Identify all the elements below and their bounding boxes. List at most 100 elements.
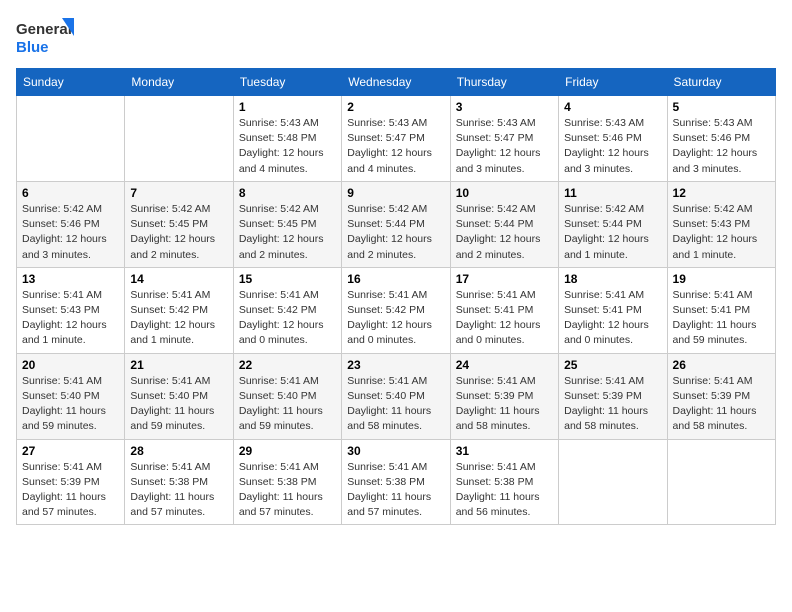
day-number: 31 xyxy=(456,444,553,458)
day-info: Sunrise: 5:41 AM Sunset: 5:38 PM Dayligh… xyxy=(130,460,227,521)
calendar-week-row: 1 Sunrise: 5:43 AM Sunset: 5:48 PM Daylig… xyxy=(17,96,776,182)
day-info: Sunrise: 5:43 AM Sunset: 5:47 PM Dayligh… xyxy=(456,116,553,177)
day-info: Sunrise: 5:41 AM Sunset: 5:42 PM Dayligh… xyxy=(239,288,336,349)
day-number: 20 xyxy=(22,358,119,372)
calendar-header-row: SundayMondayTuesdayWednesdayThursdayFrid… xyxy=(17,69,776,96)
svg-text:General: General xyxy=(16,21,72,38)
calendar-cell: 18 Sunrise: 5:41 AM Sunset: 5:41 PM Dayli… xyxy=(559,267,667,353)
day-info: Sunrise: 5:42 AM Sunset: 5:44 PM Dayligh… xyxy=(347,202,444,263)
calendar-cell xyxy=(17,96,125,182)
day-number: 29 xyxy=(239,444,336,458)
calendar-cell: 8 Sunrise: 5:42 AM Sunset: 5:45 PM Daylig… xyxy=(233,181,341,267)
day-number: 9 xyxy=(347,186,444,200)
calendar-cell: 4Sunrise: 5:43 AM Sunset: 5:46 PM Daylig… xyxy=(559,96,667,182)
day-number: 16 xyxy=(347,272,444,286)
day-number: 11 xyxy=(564,186,661,200)
calendar-cell: 17 Sunrise: 5:41 AM Sunset: 5:41 PM Dayli… xyxy=(450,267,558,353)
day-number: 28 xyxy=(130,444,227,458)
day-number: 1 xyxy=(239,100,336,114)
day-info: Sunrise: 5:43 AM Sunset: 5:48 PM Dayligh… xyxy=(239,116,336,177)
day-number: 4 xyxy=(564,100,661,114)
calendar-cell: 13 Sunrise: 5:41 AM Sunset: 5:43 PM Dayli… xyxy=(17,267,125,353)
logo: GeneralBlue xyxy=(16,16,76,60)
day-info: Sunrise: 5:42 AM Sunset: 5:46 PM Dayligh… xyxy=(22,202,119,263)
calendar-cell xyxy=(667,439,775,525)
calendar-cell: 20 Sunrise: 5:41 AM Sunset: 5:40 PM Dayli… xyxy=(17,353,125,439)
day-number: 26 xyxy=(673,358,770,372)
calendar-cell: 29 Sunrise: 5:41 AM Sunset: 5:38 PM Dayli… xyxy=(233,439,341,525)
calendar-cell: 31 Sunrise: 5:41 AM Sunset: 5:38 PM Dayli… xyxy=(450,439,558,525)
calendar-cell: 28 Sunrise: 5:41 AM Sunset: 5:38 PM Dayli… xyxy=(125,439,233,525)
day-info: Sunrise: 5:43 AM Sunset: 5:47 PM Dayligh… xyxy=(347,116,444,177)
day-info: Sunrise: 5:41 AM Sunset: 5:43 PM Dayligh… xyxy=(22,288,119,349)
calendar-cell: 3 Sunrise: 5:43 AM Sunset: 5:47 PM Daylig… xyxy=(450,96,558,182)
day-info: Sunrise: 5:41 AM Sunset: 5:41 PM Dayligh… xyxy=(673,288,770,349)
calendar-cell: 19 Sunrise: 5:41 AM Sunset: 5:41 PM Dayli… xyxy=(667,267,775,353)
day-number: 8 xyxy=(239,186,336,200)
day-info: Sunrise: 5:41 AM Sunset: 5:41 PM Dayligh… xyxy=(456,288,553,349)
day-number: 6 xyxy=(22,186,119,200)
day-number: 30 xyxy=(347,444,444,458)
calendar-cell: 21 Sunrise: 5:41 AM Sunset: 5:40 PM Dayli… xyxy=(125,353,233,439)
day-number: 18 xyxy=(564,272,661,286)
calendar-cell: 16 Sunrise: 5:41 AM Sunset: 5:42 PM Dayli… xyxy=(342,267,450,353)
calendar-cell: 14Sunrise: 5:41 AM Sunset: 5:42 PM Dayli… xyxy=(125,267,233,353)
day-info: Sunrise: 5:41 AM Sunset: 5:42 PM Dayligh… xyxy=(130,288,227,349)
calendar-cell: 10Sunrise: 5:42 AM Sunset: 5:44 PM Dayli… xyxy=(450,181,558,267)
header-friday: Friday xyxy=(559,69,667,96)
day-info: Sunrise: 5:41 AM Sunset: 5:40 PM Dayligh… xyxy=(347,374,444,435)
calendar-cell xyxy=(125,96,233,182)
day-info: Sunrise: 5:41 AM Sunset: 5:39 PM Dayligh… xyxy=(673,374,770,435)
day-info: Sunrise: 5:42 AM Sunset: 5:43 PM Dayligh… xyxy=(673,202,770,263)
day-number: 13 xyxy=(22,272,119,286)
calendar-cell: 6 Sunrise: 5:42 AM Sunset: 5:46 PM Daylig… xyxy=(17,181,125,267)
day-number: 3 xyxy=(456,100,553,114)
calendar-cell: 24Sunrise: 5:41 AM Sunset: 5:39 PM Dayli… xyxy=(450,353,558,439)
day-info: Sunrise: 5:41 AM Sunset: 5:40 PM Dayligh… xyxy=(239,374,336,435)
calendar-week-row: 6 Sunrise: 5:42 AM Sunset: 5:46 PM Daylig… xyxy=(17,181,776,267)
day-number: 15 xyxy=(239,272,336,286)
header-saturday: Saturday xyxy=(667,69,775,96)
day-number: 2 xyxy=(347,100,444,114)
day-info: Sunrise: 5:42 AM Sunset: 5:45 PM Dayligh… xyxy=(239,202,336,263)
day-info: Sunrise: 5:41 AM Sunset: 5:40 PM Dayligh… xyxy=(22,374,119,435)
day-info: Sunrise: 5:41 AM Sunset: 5:42 PM Dayligh… xyxy=(347,288,444,349)
day-number: 12 xyxy=(673,186,770,200)
day-info: Sunrise: 5:41 AM Sunset: 5:38 PM Dayligh… xyxy=(239,460,336,521)
calendar-cell: 25Sunrise: 5:41 AM Sunset: 5:39 PM Dayli… xyxy=(559,353,667,439)
day-info: Sunrise: 5:41 AM Sunset: 5:41 PM Dayligh… xyxy=(564,288,661,349)
calendar-cell: 26 Sunrise: 5:41 AM Sunset: 5:39 PM Dayli… xyxy=(667,353,775,439)
day-info: Sunrise: 5:43 AM Sunset: 5:46 PM Dayligh… xyxy=(673,116,770,177)
day-number: 23 xyxy=(347,358,444,372)
calendar-cell: 30Sunrise: 5:41 AM Sunset: 5:38 PM Dayli… xyxy=(342,439,450,525)
calendar-week-row: 20 Sunrise: 5:41 AM Sunset: 5:40 PM Dayli… xyxy=(17,353,776,439)
logo-svg: GeneralBlue xyxy=(16,16,76,60)
calendar-cell: 15 Sunrise: 5:41 AM Sunset: 5:42 PM Dayli… xyxy=(233,267,341,353)
calendar-week-row: 13 Sunrise: 5:41 AM Sunset: 5:43 PM Dayli… xyxy=(17,267,776,353)
day-info: Sunrise: 5:41 AM Sunset: 5:39 PM Dayligh… xyxy=(22,460,119,521)
header-monday: Monday xyxy=(125,69,233,96)
header: GeneralBlue xyxy=(16,16,776,60)
calendar-cell: 2 Sunrise: 5:43 AM Sunset: 5:47 PM Daylig… xyxy=(342,96,450,182)
calendar: SundayMondayTuesdayWednesdayThursdayFrid… xyxy=(16,68,776,525)
day-number: 10 xyxy=(456,186,553,200)
day-number: 7 xyxy=(130,186,227,200)
day-number: 19 xyxy=(673,272,770,286)
calendar-cell: 9 Sunrise: 5:42 AM Sunset: 5:44 PM Daylig… xyxy=(342,181,450,267)
calendar-cell: 11 Sunrise: 5:42 AM Sunset: 5:44 PM Dayli… xyxy=(559,181,667,267)
day-info: Sunrise: 5:41 AM Sunset: 5:40 PM Dayligh… xyxy=(130,374,227,435)
calendar-week-row: 27Sunrise: 5:41 AM Sunset: 5:39 PM Dayli… xyxy=(17,439,776,525)
svg-text:Blue: Blue xyxy=(16,39,49,56)
calendar-cell: 22Sunrise: 5:41 AM Sunset: 5:40 PM Dayli… xyxy=(233,353,341,439)
day-number: 21 xyxy=(130,358,227,372)
header-thursday: Thursday xyxy=(450,69,558,96)
calendar-cell xyxy=(559,439,667,525)
day-info: Sunrise: 5:41 AM Sunset: 5:38 PM Dayligh… xyxy=(456,460,553,521)
day-number: 24 xyxy=(456,358,553,372)
day-info: Sunrise: 5:42 AM Sunset: 5:44 PM Dayligh… xyxy=(564,202,661,263)
calendar-cell: 12 Sunrise: 5:42 AM Sunset: 5:43 PM Dayli… xyxy=(667,181,775,267)
day-number: 17 xyxy=(456,272,553,286)
calendar-cell: 5 Sunrise: 5:43 AM Sunset: 5:46 PM Daylig… xyxy=(667,96,775,182)
day-number: 5 xyxy=(673,100,770,114)
header-sunday: Sunday xyxy=(17,69,125,96)
